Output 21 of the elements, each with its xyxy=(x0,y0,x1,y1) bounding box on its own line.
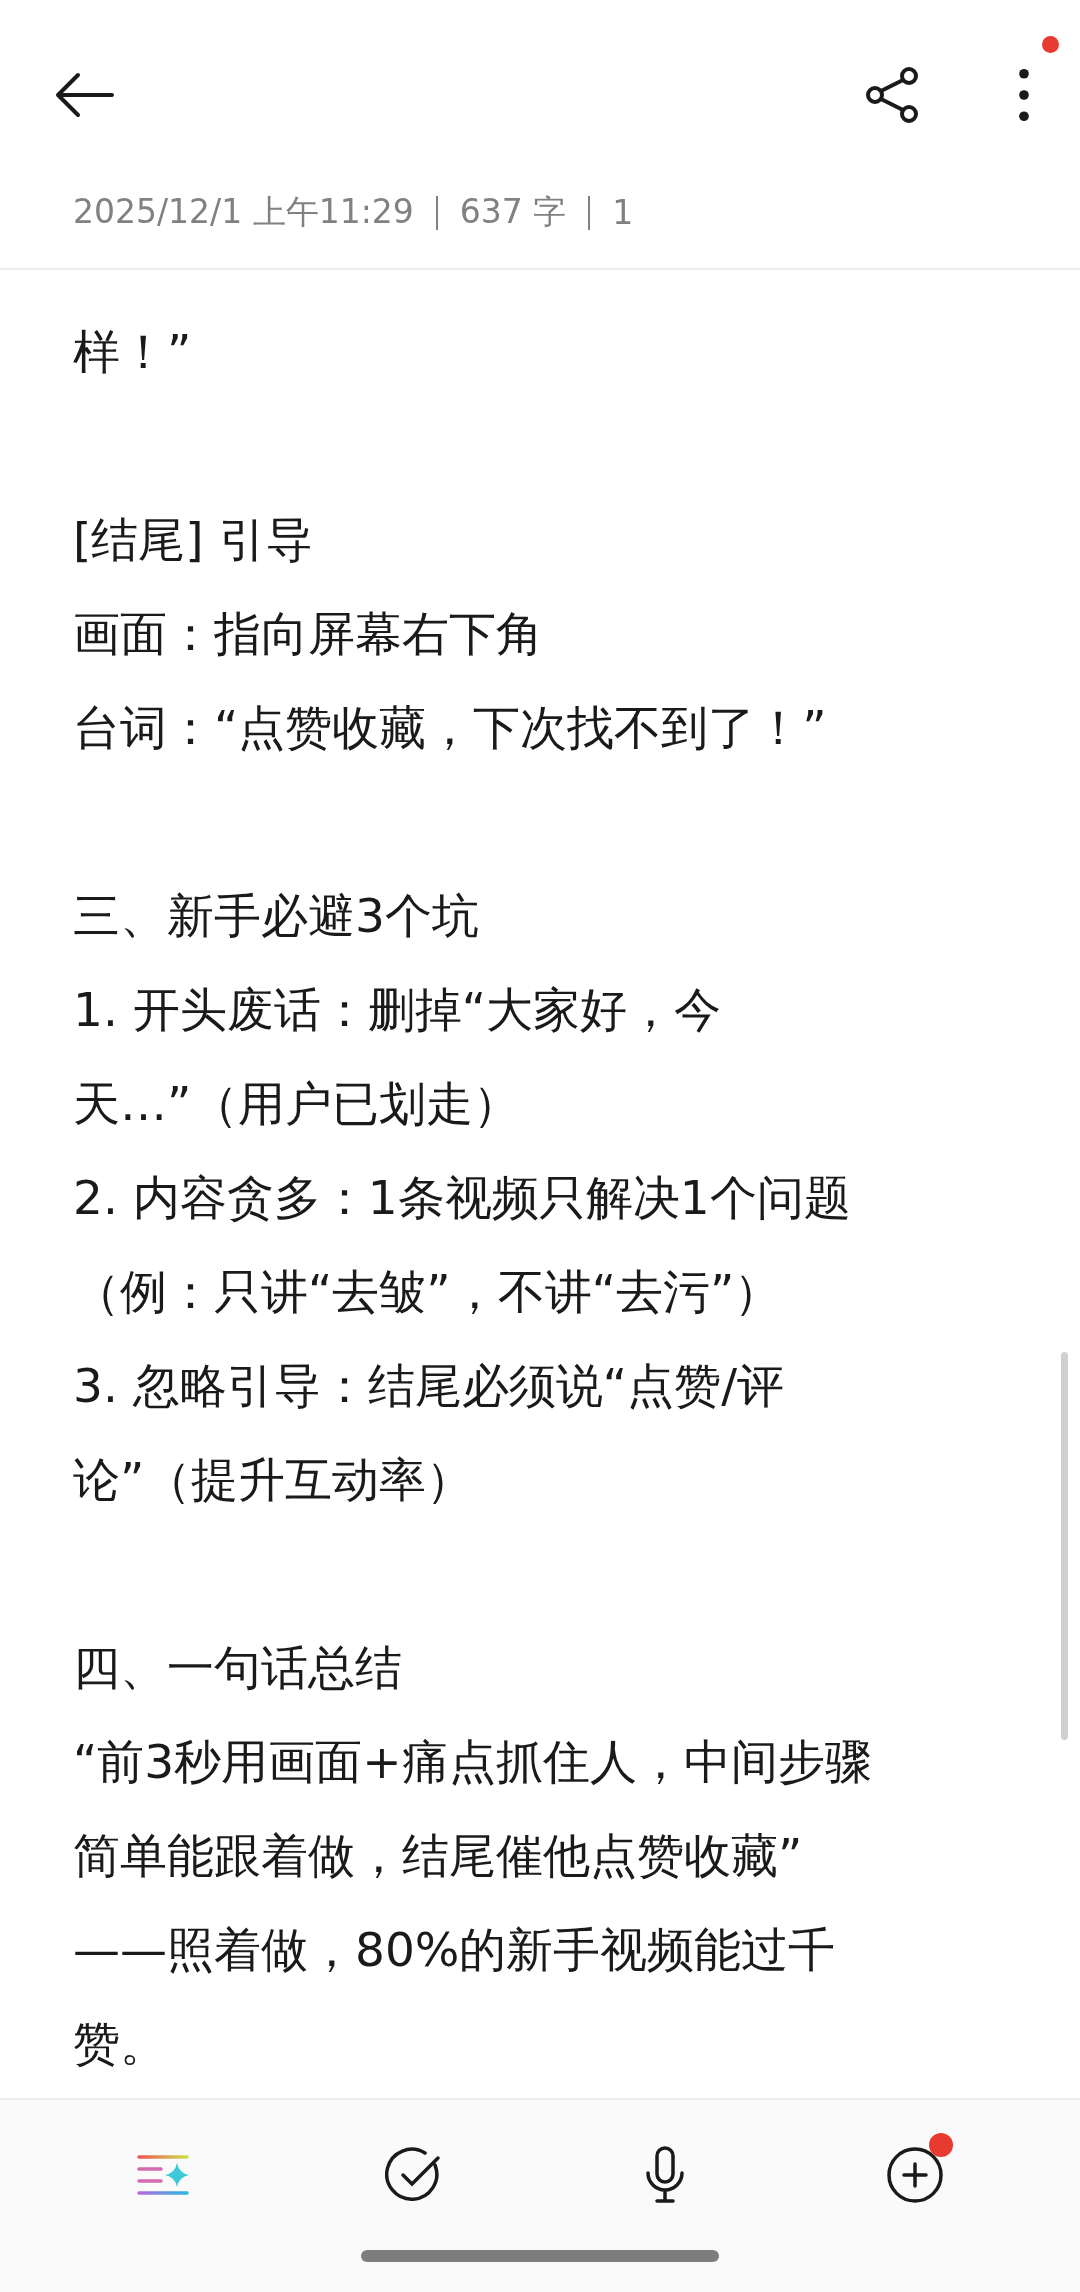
page-count: 1 xyxy=(612,193,634,232)
note-text-line: 画面：指向屏幕右下角 xyxy=(73,606,543,661)
note-text-line: 3. 忽略引导：结尾必须说“点赞/评 xyxy=(73,1358,784,1413)
note-text-line: 台词：“点赞收藏，下次找不到了！” xyxy=(73,700,827,755)
note-text-line: 天…”（用户已划走） xyxy=(73,1076,521,1131)
note-text-line: 样！” xyxy=(73,324,192,379)
word-count: 637 字 xyxy=(459,191,567,233)
note-text-line: （例：只讲“去皱”，不讲“去污”） xyxy=(73,1264,782,1319)
note-text-line: 简单能跟着做，结尾催他点赞收藏” xyxy=(73,1828,803,1883)
note-text-line: ——照着做，80%的新手视频能过千 xyxy=(73,1922,836,1977)
note-text-line: 四、一句话总结 xyxy=(73,1640,402,1695)
note-text-line: 赞。 xyxy=(73,2016,167,2071)
add-circle-icon[interactable] xyxy=(885,2145,945,2205)
note-text-line: 1. 开头废话：删掉“大家好，今 xyxy=(73,982,722,1037)
note-text-line: 2. 内容贪多：1条视频只解决1个问题 xyxy=(73,1170,851,1225)
note-text-line: “前3秒用画面+痛点抓住人，中间步骤 xyxy=(73,1734,872,1789)
note-date: 2025/12/1 上午11:29 xyxy=(73,191,414,233)
note-text-line: 三、新手必避3个坑 xyxy=(73,888,479,943)
more-icon[interactable] xyxy=(1018,66,1030,124)
note-text-line: [结尾] 引导 xyxy=(73,512,313,567)
note-text-line: 论”（提升互动率） xyxy=(73,1452,474,1507)
